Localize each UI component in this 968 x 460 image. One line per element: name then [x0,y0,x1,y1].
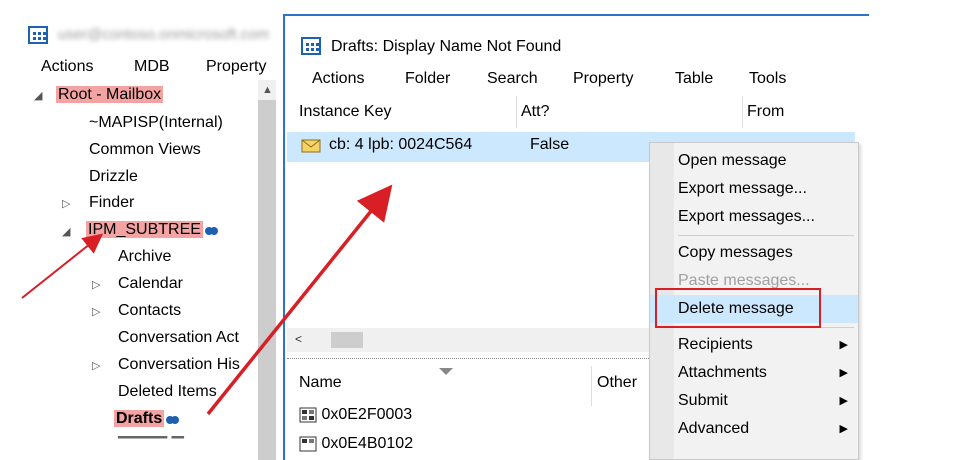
menu-item-export-message[interactable]: Export message... [650,175,858,203]
submenu-arrow-icon: ▶ [839,367,848,379]
tree-item-drizzle[interactable]: Drizzle [89,166,138,188]
property-icon [299,436,317,452]
menu-property[interactable]: Property [573,70,633,88]
property-icon [299,407,317,423]
expand-icon[interactable]: ▷ [92,359,100,372]
app-icon [301,37,321,55]
menu-item-label: Attachments [678,364,767,381]
scrollbar-thumb[interactable] [258,100,276,460]
props-column-other[interactable]: Other [597,374,637,392]
column-header-att[interactable]: Att? [517,96,743,128]
menu-item-advanced[interactable]: Advanced ▶ [650,415,858,443]
menu-item-label: Copy messages [678,244,793,261]
submenu-arrow-icon: ▶ [839,395,848,407]
submenu-arrow-icon: ▶ [839,423,848,435]
sync-icon [204,225,219,235]
tree-item-ipm-subtree[interactable]: IPM_SUBTREE [86,219,219,241]
tree-item-common-views[interactable]: Common Views [89,139,201,161]
menu-item-export-messages[interactable]: Export messages... [650,203,858,231]
tree-item-root[interactable]: Root - Mailbox [56,84,164,106]
tree-item-finder[interactable]: Finder [89,192,134,214]
menu-actions[interactable]: Actions [312,70,364,88]
tree-item-label: Drafts [114,410,165,427]
collapse-icon[interactable]: ◢ [34,89,42,102]
tree-item-contacts[interactable]: Contacts [118,300,181,322]
list-item[interactable]: 0x0E4B0102 [299,435,413,453]
submenu-arrow-icon: ▶ [839,339,848,351]
menu-tools[interactable]: Tools [749,70,786,88]
window-title: user@contoso.onmicrosoft.com [58,26,270,43]
scroll-left-icon[interactable]: < [295,332,302,346]
menu-property[interactable]: Property [206,58,266,76]
tree-item-mapisp[interactable]: ~MAPISP(Internal) [89,112,223,134]
menu-item-label: Advanced [678,420,750,437]
menu-item-label: Open message [678,152,787,169]
column-divider [591,366,592,406]
tree-item-conversation-history[interactable]: Conversation His [118,354,240,376]
tree-item-calendar[interactable]: Calendar [118,273,183,295]
sort-arrow-icon [439,368,453,375]
app-icon [28,26,48,44]
props-column-name[interactable]: Name [299,374,342,392]
menu-item-recipients[interactable]: Recipients ▶ [650,331,858,359]
menu-table[interactable]: Table [675,70,713,88]
tree-item-label: Root - Mailbox [56,86,164,103]
tree-item-partial[interactable]: ▔▔▔▔ ▔ [118,436,184,458]
tree-item-archive[interactable]: Archive [118,246,171,268]
tree-item-label: IPM_SUBTREE [86,221,203,238]
drafts-window-title: Drafts: Display Name Not Found [331,38,562,55]
menu-item-submit[interactable]: Submit ▶ [650,387,858,415]
scroll-up-icon[interactable]: ▲ [262,84,273,96]
expand-icon[interactable]: ▷ [92,278,100,291]
sync-icon [166,414,180,424]
expand-icon[interactable]: ▷ [62,197,70,210]
menu-item-label: Recipients [678,336,753,353]
expand-icon[interactable]: ▷ [92,305,100,318]
menu-item-attachments[interactable]: Attachments ▶ [650,359,858,387]
collapse-icon[interactable]: ◢ [62,225,70,238]
tree-scrollbar[interactable]: ▲ [258,80,276,460]
menu-search[interactable]: Search [487,70,538,88]
menu-mdb[interactable]: MDB [134,58,170,76]
column-header-instance-key[interactable]: Instance Key [295,96,517,128]
delete-highlight-box [655,288,821,328]
tree-item-drafts[interactable]: Drafts [114,408,180,430]
property-name: 0x0E4B0102 [321,435,414,452]
menu-item-label: Export messages... [678,208,815,225]
cell-instance-key: cb: 4 lpb: 0024C564 [329,136,473,153]
menu-item-copy-messages[interactable]: Copy messages [650,239,858,267]
menu-item-label: Submit [678,392,728,409]
envelope-icon [301,139,321,153]
main-window: user@contoso.onmicrosoft.com Actions MDB… [0,0,285,460]
menu-item-open-message[interactable]: Open message [650,147,858,175]
menu-separator [678,235,854,236]
menu-item-label: Export message... [678,180,807,197]
property-name: 0x0E2F0003 [321,406,413,423]
menu-actions[interactable]: Actions [41,58,93,76]
folder-tree: ◢ Root - Mailbox ~MAPISP(Internal) Commo… [0,80,258,460]
menu-folder[interactable]: Folder [405,70,450,88]
tree-item-conversation-actions[interactable]: Conversation Act [118,327,239,349]
column-header-from[interactable]: From [743,96,869,128]
cell-att: False [530,136,570,153]
scrollbar-thumb[interactable] [331,332,363,348]
list-item[interactable]: 0x0E2F0003 [299,406,412,424]
tree-item-deleted-items[interactable]: Deleted Items [118,381,217,403]
